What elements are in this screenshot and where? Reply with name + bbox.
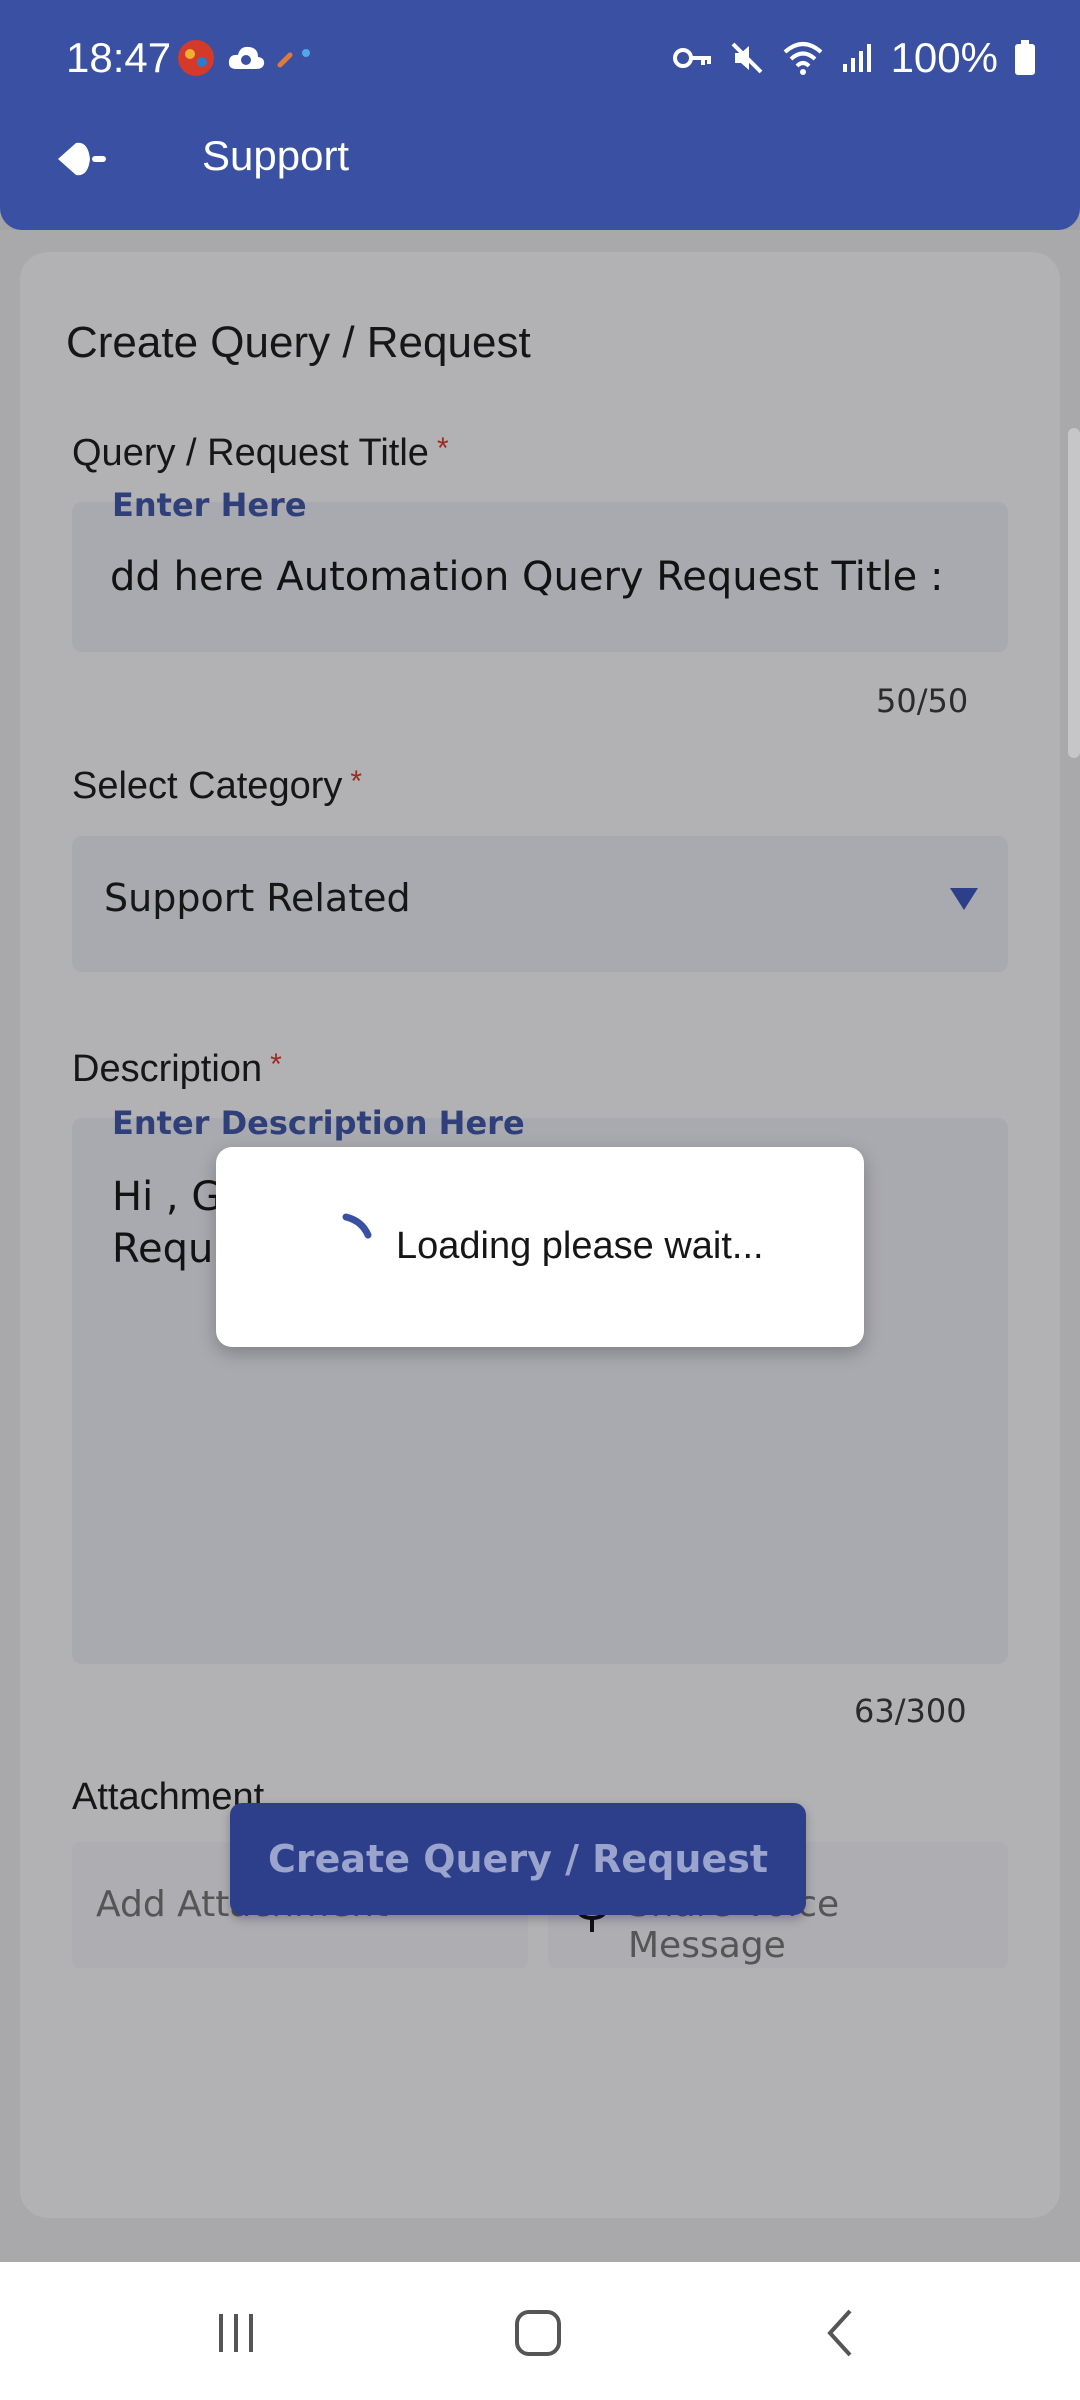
app-bar: 18:47 100% Support: [0, 0, 1080, 230]
required-mark: *: [270, 1048, 282, 1081]
home-icon: [515, 2310, 561, 2356]
vpn-key-icon: [672, 48, 711, 68]
query-title-counter: 50/50: [876, 682, 969, 720]
query-title-input[interactable]: Enter Here dd here Automation Query Requ…: [72, 486, 1008, 652]
description-floating-label: Enter Description Here: [112, 1104, 525, 1142]
signal-icon: [842, 44, 871, 72]
home-button[interactable]: [498, 2298, 578, 2368]
back-chevron-icon: [827, 2309, 852, 2357]
description-line-1: Hi , G: [112, 1174, 223, 1220]
description-line-2: Requ: [112, 1226, 214, 1272]
description-label-text: Description: [72, 1048, 263, 1090]
dropdown-arrow-icon: [950, 888, 978, 910]
form-title: Create Query / Request: [66, 318, 531, 367]
system-icons: 100%: [672, 34, 1036, 82]
loading-spinner-icon: [342, 1213, 372, 1239]
category-label: Select Category *: [72, 765, 362, 808]
recent-apps-icon: [219, 2314, 253, 2352]
app-notification-icon: [178, 40, 214, 76]
back-arrow-icon: [58, 142, 106, 176]
status-bar: 18:47 100%: [0, 0, 1080, 120]
category-selected-value: Support Related: [104, 876, 411, 920]
description-counter: 63/300: [854, 1692, 967, 1730]
wifi-icon: [783, 42, 822, 75]
create-query-button[interactable]: Create Query / Request: [230, 1803, 806, 1915]
query-title-label: Query / Request Title *: [72, 432, 449, 475]
description-label: Description *: [72, 1048, 282, 1091]
misc-notification-icon: [277, 49, 310, 68]
query-title-label-text: Query / Request Title: [72, 432, 429, 474]
recent-apps-button[interactable]: [196, 2298, 276, 2368]
loading-dialog: Loading please wait...: [216, 1147, 864, 1347]
loading-message: Loading please wait...: [396, 1225, 764, 1267]
back-nav-button[interactable]: [800, 2298, 880, 2368]
create-query-button-label: Create Query / Request: [267, 1837, 769, 1881]
battery-icon: [1015, 40, 1035, 75]
query-title-value: dd here Automation Query Request Title :: [110, 554, 944, 600]
scrollbar[interactable]: [1068, 428, 1080, 758]
required-mark: *: [350, 765, 363, 798]
page-title: Support: [202, 132, 350, 179]
status-time: 18:47: [66, 34, 172, 81]
category-label-text: Select Category: [72, 765, 343, 807]
query-title-floating-label: Enter Here: [112, 486, 307, 524]
required-mark: *: [436, 432, 449, 465]
notification-icons: [176, 38, 316, 78]
battery-percent: 100%: [890, 34, 998, 81]
back-button[interactable]: [44, 126, 124, 192]
cloud-icon: [228, 46, 265, 69]
category-dropdown[interactable]: Support Related: [72, 836, 1008, 972]
system-navigation-bar: [0, 2262, 1080, 2400]
mute-icon: [731, 42, 762, 74]
